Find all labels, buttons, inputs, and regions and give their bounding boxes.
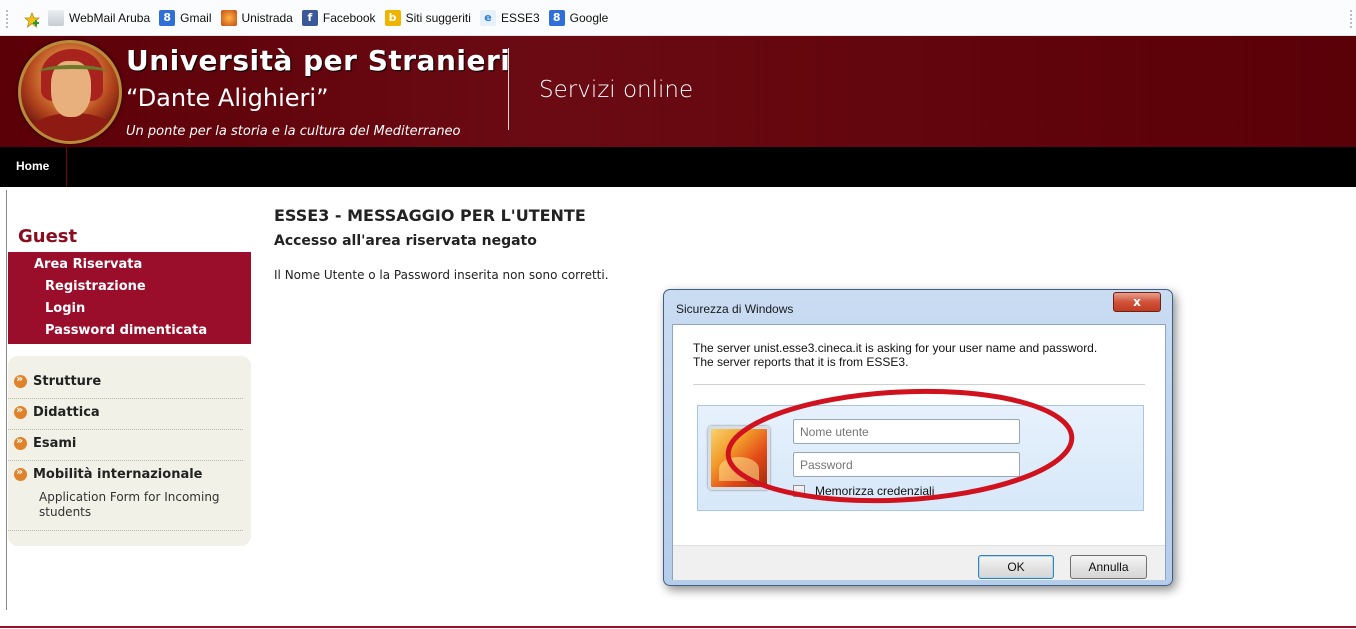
sidebar-item-login[interactable]: Login [45,301,85,316]
fav-label: Unistrada [241,11,293,25]
logo-robe [29,113,117,141]
remember-credentials[interactable]: Memorizza credenziali [793,484,934,498]
menu-divider [8,398,243,399]
page-subtitle: Accesso all'area riservata negato [274,233,537,249]
dialog-divider [693,384,1145,385]
dialog-message: The server unist.esse3.cineca.it is aski… [693,341,1163,369]
dialog-footer: OK Annulla [673,545,1165,580]
site-header: Università per Stranieri “Dante Alighier… [0,36,1356,147]
nav-home-link[interactable]: Home [16,159,49,173]
menu-item-label: Mobilità internazionale [33,467,203,482]
arrow-bullet-icon [14,465,27,481]
dialog-body: The server unist.esse3.cineca.it is aski… [672,324,1166,580]
menu-divider [8,460,243,461]
bing-icon: b [384,10,401,26]
menu-item-strutture[interactable]: Strutture [14,372,102,389]
remember-label: Memorizza credenziali [815,484,935,498]
username-input[interactable] [793,419,1020,444]
section-title: Servizi online [539,77,694,103]
google-icon: 8 [159,10,176,26]
fav-label: Facebook [322,11,376,25]
arrow-bullet-icon [14,372,27,388]
page-left-border [6,190,7,610]
toolbar-grip [6,10,8,28]
fav-label: Google [569,11,609,25]
favorites-bar: WebMail Aruba 8 Gmail Unistrada f Facebo… [0,0,1356,36]
fav-gmail[interactable]: 8 Gmail [159,10,212,26]
fav-label: ESSE3 [500,11,540,25]
toolbar-end-grip [1350,10,1352,28]
menu-item-mobilita-internazionale[interactable]: Mobilità internazionale [14,465,203,482]
google-icon: 8 [548,10,565,26]
guest-heading: Guest [18,226,78,247]
dialog-message-line1: The server unist.esse3.cineca.it is aski… [693,341,1098,355]
cancel-button[interactable]: Annulla [1070,555,1147,579]
nav-separator [66,147,67,187]
submenu-application-form[interactable]: Application Form for Incoming students [39,490,254,520]
dialog-message-line2: The server reports that it is from ESSE3… [693,355,909,369]
sidebar-item-registrazione[interactable]: Registrazione [45,279,146,294]
password-input[interactable] [793,452,1020,477]
menu-divider [8,530,243,531]
sidebar-item-password-dimenticata[interactable]: Password dimenticata [45,323,207,338]
credential-panel: Memorizza credenziali [697,405,1144,511]
menu-item-label: Didattica [33,405,100,420]
header-divider [508,48,509,130]
fav-facebook[interactable]: f Facebook [301,10,376,26]
dialog-close-button[interactable]: x [1113,292,1161,312]
university-title: Università per Stranieri [126,44,511,77]
reserved-area-box: Area Riservata Registrazione Login Passw… [8,252,251,344]
arrow-bullet-icon [14,434,27,450]
windows-security-dialog: Sicurezza di Windows x The server unist.… [663,289,1173,586]
favorites-star-icon[interactable] [24,12,40,28]
page-bottom-border [0,626,1356,628]
dialog-title: Sicurezza di Windows [676,302,794,316]
university-logo[interactable] [18,40,122,144]
university-motto: Un ponte per la storia e la cultura del … [126,124,461,139]
fav-siti-suggeriti[interactable]: b Siti suggeriti [384,10,471,26]
arrow-bullet-icon [14,403,27,419]
close-icon: x [1133,295,1141,309]
fav-google[interactable]: 8 Google [548,10,609,26]
error-message: Il Nome Utente o la Password inserita no… [274,268,609,282]
ie-icon: e [479,10,496,26]
fav-esse3[interactable]: e ESSE3 [479,10,540,26]
fav-label: WebMail Aruba [69,11,151,25]
logo-laurel [39,65,107,79]
menu-item-didattica[interactable]: Didattica [14,403,100,420]
university-subtitle: “Dante Alighieri” [126,84,329,112]
fav-label: Gmail [180,11,212,25]
reserved-area-title[interactable]: Area Riservata [34,257,142,272]
facebook-icon: f [301,10,318,26]
fav-webmail-aruba[interactable]: WebMail Aruba [48,10,150,26]
aruba-icon [48,10,64,26]
menu-item-esami[interactable]: Esami [14,434,77,451]
main-nav: Home [0,147,1356,187]
unistrada-icon [220,10,237,26]
fav-label: Siti suggeriti [405,11,471,25]
menu-divider [8,429,243,430]
remember-checkbox[interactable] [793,485,805,497]
user-account-icon [708,426,770,490]
menu-item-label: Esami [33,436,77,451]
page-title: ESSE3 - MESSAGGIO PER L'UTENTE [274,206,586,225]
fav-unistrada[interactable]: Unistrada [220,10,293,26]
menu-item-label: Strutture [33,374,102,389]
ok-button[interactable]: OK [978,555,1054,579]
